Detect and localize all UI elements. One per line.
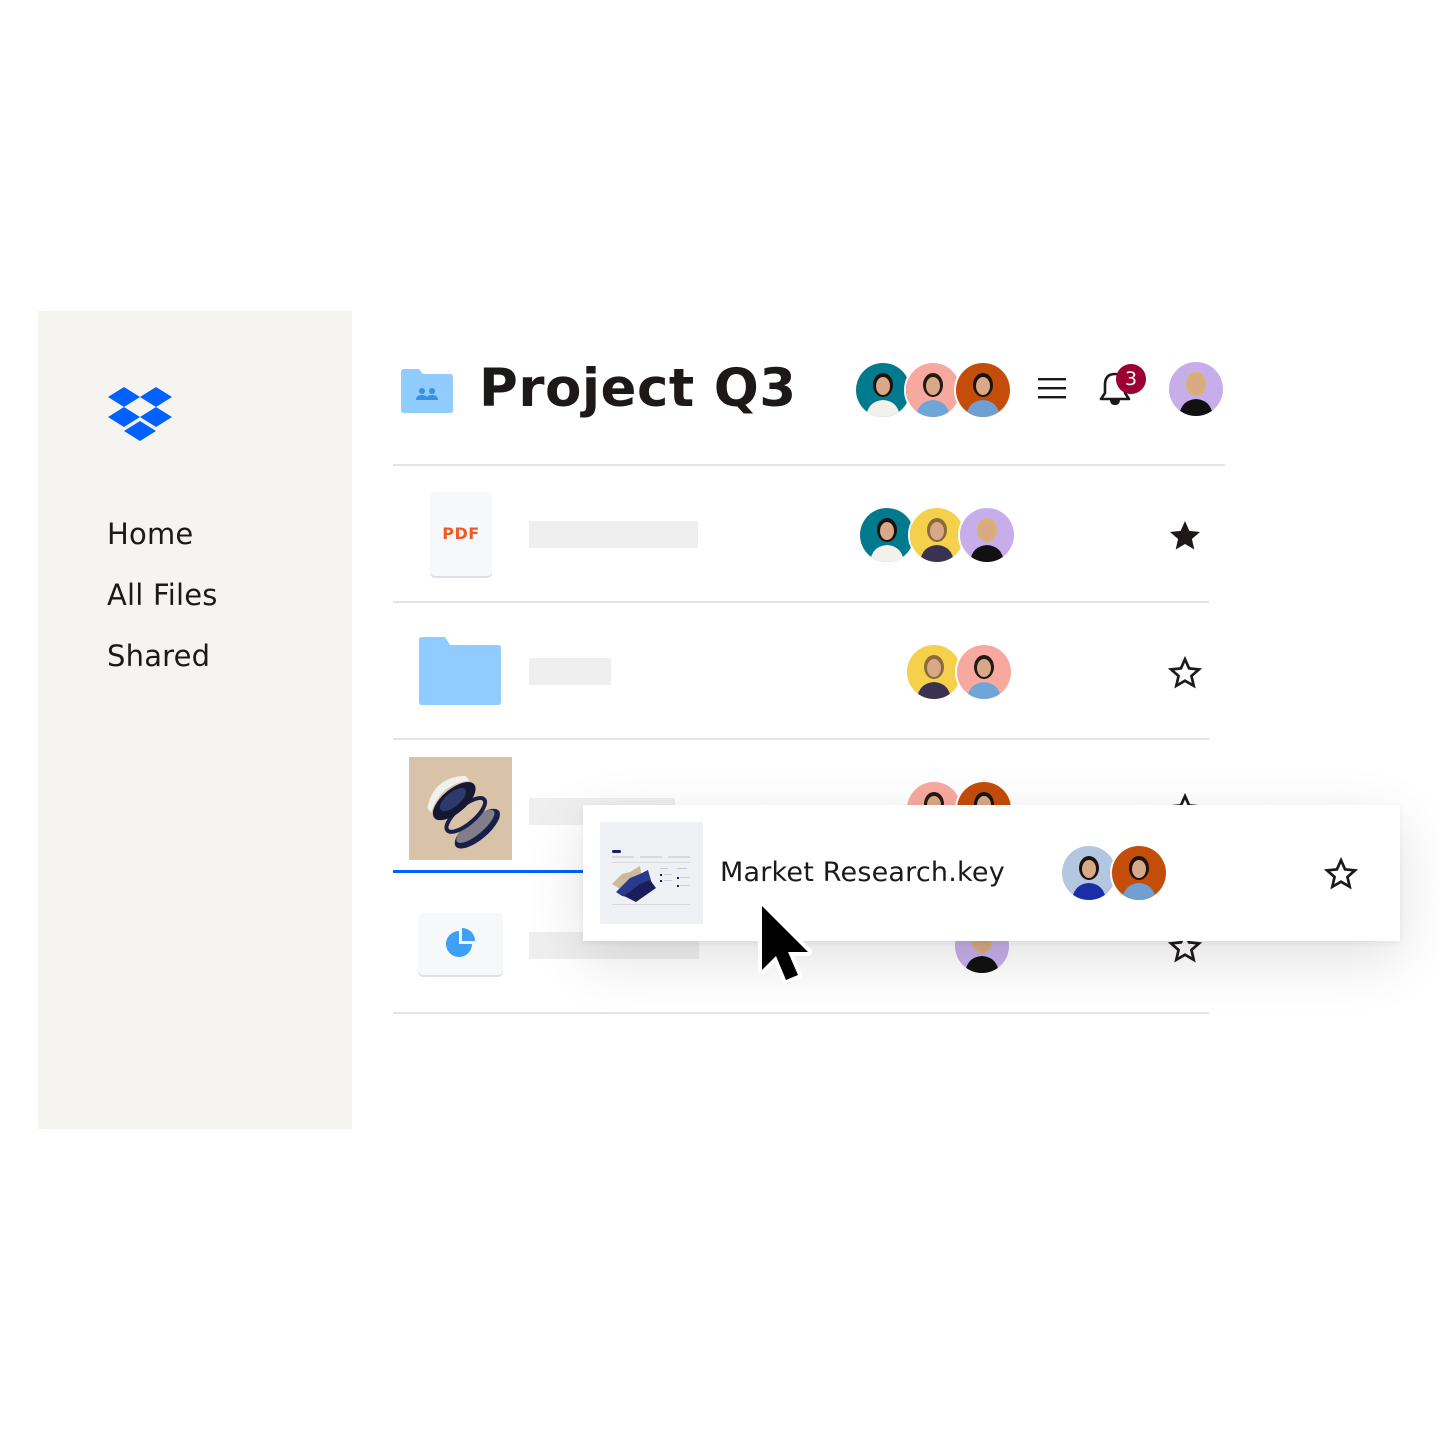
folder-header: Project Q3 3 <box>393 350 1225 430</box>
pie-chart-icon <box>446 928 475 957</box>
avatar[interactable] <box>958 506 1016 564</box>
image-thumbnail <box>409 757 512 860</box>
profile-avatar[interactable] <box>1169 362 1223 416</box>
folder-members[interactable] <box>854 361 1012 419</box>
pdf-file-icon: PDF <box>430 492 492 576</box>
mouse-pointer-icon <box>758 902 812 984</box>
folder-icon <box>419 637 501 705</box>
file-name-placeholder <box>529 521 698 548</box>
shared-folder-icon <box>401 369 453 413</box>
sidebar-item-all-files[interactable]: All Files <box>107 575 218 636</box>
chart-file-icon <box>418 913 503 975</box>
shared-avatars[interactable] <box>905 643 1013 701</box>
star-outline-icon[interactable] <box>1323 856 1359 892</box>
file-row[interactable] <box>393 603 1225 738</box>
avatar[interactable] <box>955 643 1013 701</box>
shared-avatars[interactable] <box>1060 844 1168 902</box>
shared-avatars[interactable] <box>858 506 1016 564</box>
star-filled-icon[interactable] <box>1167 518 1203 554</box>
file-row[interactable]: PDF <box>393 466 1225 601</box>
sidebar-item-home[interactable]: Home <box>107 514 218 575</box>
star-outline-icon[interactable] <box>1167 655 1203 691</box>
presentation-thumbnail <box>600 822 703 924</box>
dragged-file-card[interactable]: Market Research.key <box>583 805 1400 941</box>
sidebar-item-shared[interactable]: Shared <box>107 636 218 697</box>
file-name-placeholder <box>529 658 611 685</box>
dropbox-logo-icon[interactable] <box>108 387 172 441</box>
avatar[interactable] <box>1110 844 1168 902</box>
hamburger-menu-icon[interactable] <box>1038 376 1066 400</box>
sidebar: Home All Files Shared <box>38 311 352 1129</box>
file-name: Market Research.key <box>720 857 1005 888</box>
divider <box>393 1012 1209 1014</box>
notification-badge: 3 <box>1116 364 1146 394</box>
page-title: Project Q3 <box>479 358 797 419</box>
avatar[interactable] <box>954 361 1012 419</box>
avatar[interactable] <box>1169 362 1223 416</box>
sidebar-nav: Home All Files Shared <box>107 514 218 697</box>
drop-indicator <box>393 870 593 873</box>
